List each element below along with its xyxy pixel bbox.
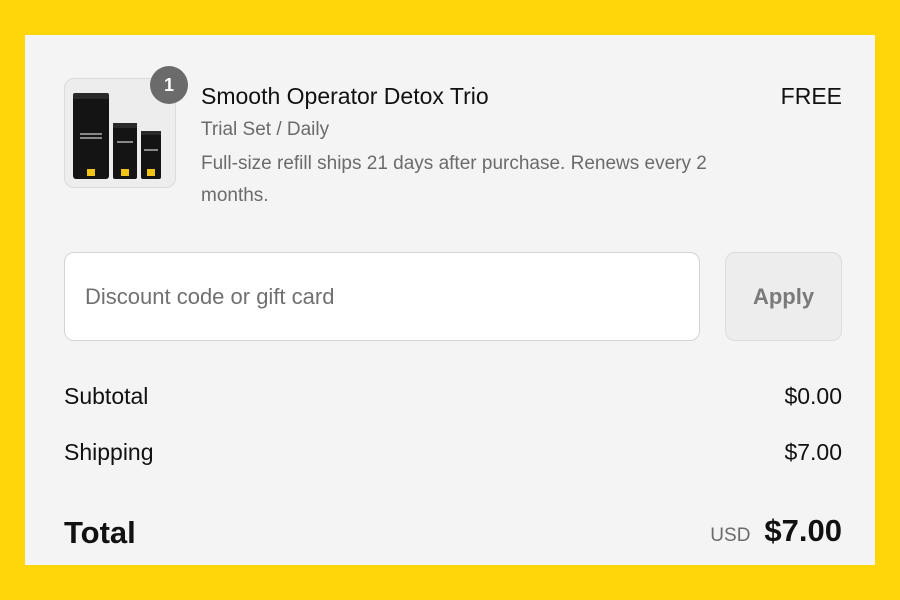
product-variant: Trial Set / Daily bbox=[201, 119, 330, 140]
apply-discount-button[interactable]: Apply bbox=[725, 252, 842, 341]
discount-code-input[interactable] bbox=[64, 252, 700, 341]
currency-code: USD bbox=[710, 525, 751, 546]
product-price: FREE bbox=[780, 83, 842, 109]
total-amount: USD $7.00 bbox=[710, 513, 842, 549]
subtotal-value: $0.00 bbox=[784, 383, 842, 409]
total-label: Total bbox=[64, 515, 136, 550]
shipping-value: $7.00 bbox=[784, 439, 842, 465]
shipping-label: Shipping bbox=[64, 439, 154, 465]
subtotal-label: Subtotal bbox=[64, 383, 149, 409]
order-summary-panel: 1 Smooth Operator Detox Trio FREE Trial … bbox=[25, 35, 875, 565]
product-subscription-note: Full-size refill ships 21 days after pur… bbox=[201, 153, 707, 206]
product-name: Smooth Operator Detox Trio bbox=[201, 83, 489, 109]
quantity-badge: 1 bbox=[150, 66, 188, 104]
total-value: $7.00 bbox=[764, 513, 842, 548]
